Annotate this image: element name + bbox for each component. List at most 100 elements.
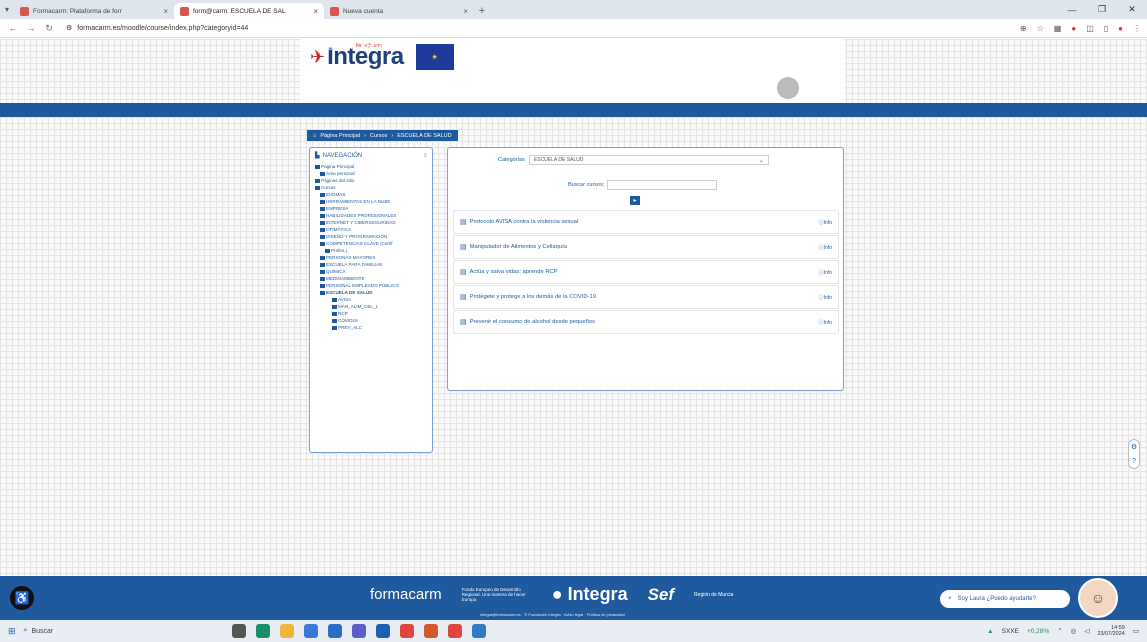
sidebar-item[interactable]: Páginas del sitio (315, 177, 427, 184)
sidebar-item[interactable]: PREV_ALC (315, 324, 427, 331)
tray-chevron-icon[interactable]: ⌃ (1057, 627, 1062, 635)
extension-red-icon[interactable]: ● (1071, 24, 1076, 33)
file-explorer-icon[interactable] (279, 624, 294, 638)
settings-icon[interactable]: ⚙ (1131, 443, 1137, 451)
notifications-icon[interactable]: ▭ (1133, 627, 1139, 635)
chrome-alt-icon[interactable] (447, 624, 462, 638)
browser-tab-2[interactable]: form@carm: ESCUELA DE SAL × (174, 3, 324, 19)
edge-icon[interactable] (255, 624, 270, 638)
store-icon[interactable] (303, 624, 318, 638)
profile-icon[interactable]: ● (1118, 24, 1123, 33)
browser-tab-1[interactable]: Formacarm: Plataforma de forr × (14, 3, 174, 19)
sidebar-item[interactable]: MEDIOAMBIENTE (315, 275, 427, 282)
formacarm-logo[interactable]: formacarm (370, 586, 442, 603)
forward-icon[interactable]: → (24, 23, 38, 33)
zoom-icon[interactable]: ⊕ (1020, 24, 1027, 33)
course-name[interactable]: Prevenir el consumo de alcohol desde peq… (470, 319, 819, 325)
menu-icon[interactable]: ⋮ (1133, 24, 1141, 33)
navbar-brand[interactable]: form@carm (308, 42, 353, 51)
chat-assistant-avatar[interactable]: ☺ (1078, 578, 1118, 618)
navbar-my-courses[interactable]: ■ Mis cursos ▸ (361, 42, 406, 50)
taskbar-clock[interactable]: 14:59 23/07/2024 (1097, 625, 1125, 637)
address-bar[interactable]: ⚙ formacarm.es/moodle/course/index.php?c… (66, 21, 586, 35)
course-row[interactable]: ▤ Actúa y salva vidas: aprende RCP ⓘInfo (453, 260, 839, 284)
close-window-icon[interactable]: ✕ (1117, 0, 1147, 19)
sidebar-item[interactable]: PERSONAS MAYORES (315, 254, 427, 261)
course-row[interactable]: ▤ Manipulador de Alimentos y Celiaquía ⓘIn… (453, 235, 839, 259)
reload-icon[interactable]: ↻ (42, 23, 56, 34)
bookmark-star-icon[interactable]: ☆ (1037, 24, 1044, 33)
network-icon[interactable]: ◎ (1071, 627, 1077, 635)
sidebar-item[interactable]: QUÍMICA (315, 268, 427, 275)
course-info-button[interactable]: ⓘInfo (819, 219, 832, 226)
sidepanel-icon[interactable]: ▯ (1104, 24, 1108, 33)
breadcrumb-item[interactable]: Cursos (370, 133, 387, 139)
sidebar-item[interactable]: Página Principal (315, 163, 427, 170)
sidebar-item[interactable]: ESCUELA DE SALUD (315, 289, 427, 296)
photos-icon[interactable] (471, 624, 486, 638)
navbar-user-label[interactable]: Yolanda (778, 43, 796, 49)
sidebar-item[interactable]: COMPETENCIAS CLAVE (Certif (315, 240, 427, 247)
sidebar-item[interactable]: HERRAMIENTAS EN LA NUBE (315, 198, 427, 205)
course-info-button[interactable]: ⓘInfo (819, 294, 832, 301)
sidebar-item[interactable]: AVISA (315, 296, 427, 303)
sidebar-item[interactable]: INTERNET Y CIBERSEGURIDAD (315, 219, 427, 226)
help-icon[interactable]: ? (1132, 458, 1136, 465)
search-go-button[interactable]: ▸ (630, 196, 640, 205)
course-info-button[interactable]: ⓘInfo (819, 319, 832, 326)
sidebar-item[interactable]: PERSONAL EMPLEADO PÚBLICO (315, 282, 427, 289)
mail-icon[interactable] (327, 624, 342, 638)
course-search-input[interactable] (607, 180, 718, 190)
course-name[interactable]: Protocolo AVISA contra la violencia sexu… (470, 219, 819, 225)
course-name[interactable]: Protégete y protege a los demás de la CO… (470, 294, 819, 300)
tab-close-icon[interactable]: × (163, 7, 168, 16)
chat-close-icon[interactable]: × (948, 596, 952, 602)
sidebar-item[interactable]: MAN_ALIM_CEL_1 (315, 303, 427, 310)
windows-start-icon[interactable]: ⊞ (8, 626, 16, 637)
breadcrumb-item[interactable]: Página Principal (320, 133, 360, 139)
sidebar-item[interactable]: EMPRESA (315, 205, 427, 212)
sidebar-item[interactable]: COVID19 (315, 317, 427, 324)
course-row[interactable]: ▤ Protocolo AVISA contra la violencia sex… (453, 210, 839, 234)
course-row[interactable]: ▤ Protégete y protege a los demás de la C… (453, 285, 839, 309)
course-name[interactable]: Actúa y salva vidas: aprende RCP (470, 269, 819, 275)
block-controls-icon[interactable]: ≡ (423, 153, 427, 159)
back-icon[interactable]: ← (6, 23, 20, 33)
sidebar-item[interactable]: HABILIDADES PROFESIONALES (315, 212, 427, 219)
sidebar-item[interactable]: IDIOMAS (315, 191, 427, 198)
sidebar-item[interactable]: Área personal (315, 170, 427, 177)
extension-icon[interactable]: ▦ (1054, 24, 1062, 33)
integra-footer-logo[interactable]: ● Integra (552, 584, 628, 605)
sidebar-item[interactable]: Cursos (315, 184, 427, 191)
chat-bubble[interactable]: × Soy Laura ¿Puedo ayudarte? (940, 590, 1070, 608)
new-tab-button[interactable]: + (474, 3, 490, 19)
course-name[interactable]: Manipulador de Alimentos y Celiaquía (470, 244, 819, 250)
sidebar-item[interactable]: ESCUELA PARA FAMILIAS (315, 261, 427, 268)
speaker-icon[interactable]: ◁ (1084, 627, 1089, 635)
minimize-icon[interactable]: — (1057, 0, 1087, 19)
sef-logo[interactable]: Sef (648, 585, 674, 605)
outlook-icon[interactable] (375, 624, 390, 638)
sidebar-item[interactable]: DISEÑO Y PROGRAMACIÓN (315, 233, 427, 240)
breadcrumb-item[interactable]: ESCUELA DE SALUD (397, 133, 451, 139)
taskbar-search[interactable]: ⌕ Buscar (24, 623, 184, 639)
task-view-icon[interactable] (231, 624, 246, 638)
tab-close-icon[interactable]: × (313, 7, 318, 16)
sidebar-item[interactable]: Profes.) (315, 247, 427, 254)
browser-tab-3[interactable]: Nueva cuenta × (324, 3, 474, 19)
teams-icon[interactable] (351, 624, 366, 638)
tab-close-icon[interactable]: × (463, 7, 468, 16)
stock-name[interactable]: SXXE (1002, 628, 1019, 635)
user-avatar[interactable] (777, 77, 799, 99)
sidebar-item[interactable]: RCP (315, 310, 427, 317)
app-icon[interactable] (423, 624, 438, 638)
chrome-icon[interactable] (399, 624, 414, 638)
course-row[interactable]: ▤ Prevenir el consumo de alcohol desde pe… (453, 310, 839, 334)
category-select[interactable]: ESCUELA DE SALUD ⌄ (528, 155, 769, 165)
accessibility-icon[interactable]: ♿ (10, 586, 34, 610)
course-info-button[interactable]: ⓘInfo (819, 269, 832, 276)
site-info-icon[interactable]: ⚙ (66, 24, 72, 32)
sidebar-item[interactable]: OFIMÁTICA (315, 226, 427, 233)
course-info-button[interactable]: ⓘInfo (819, 244, 832, 251)
tab-search-icon[interactable]: ▾ (0, 0, 14, 19)
